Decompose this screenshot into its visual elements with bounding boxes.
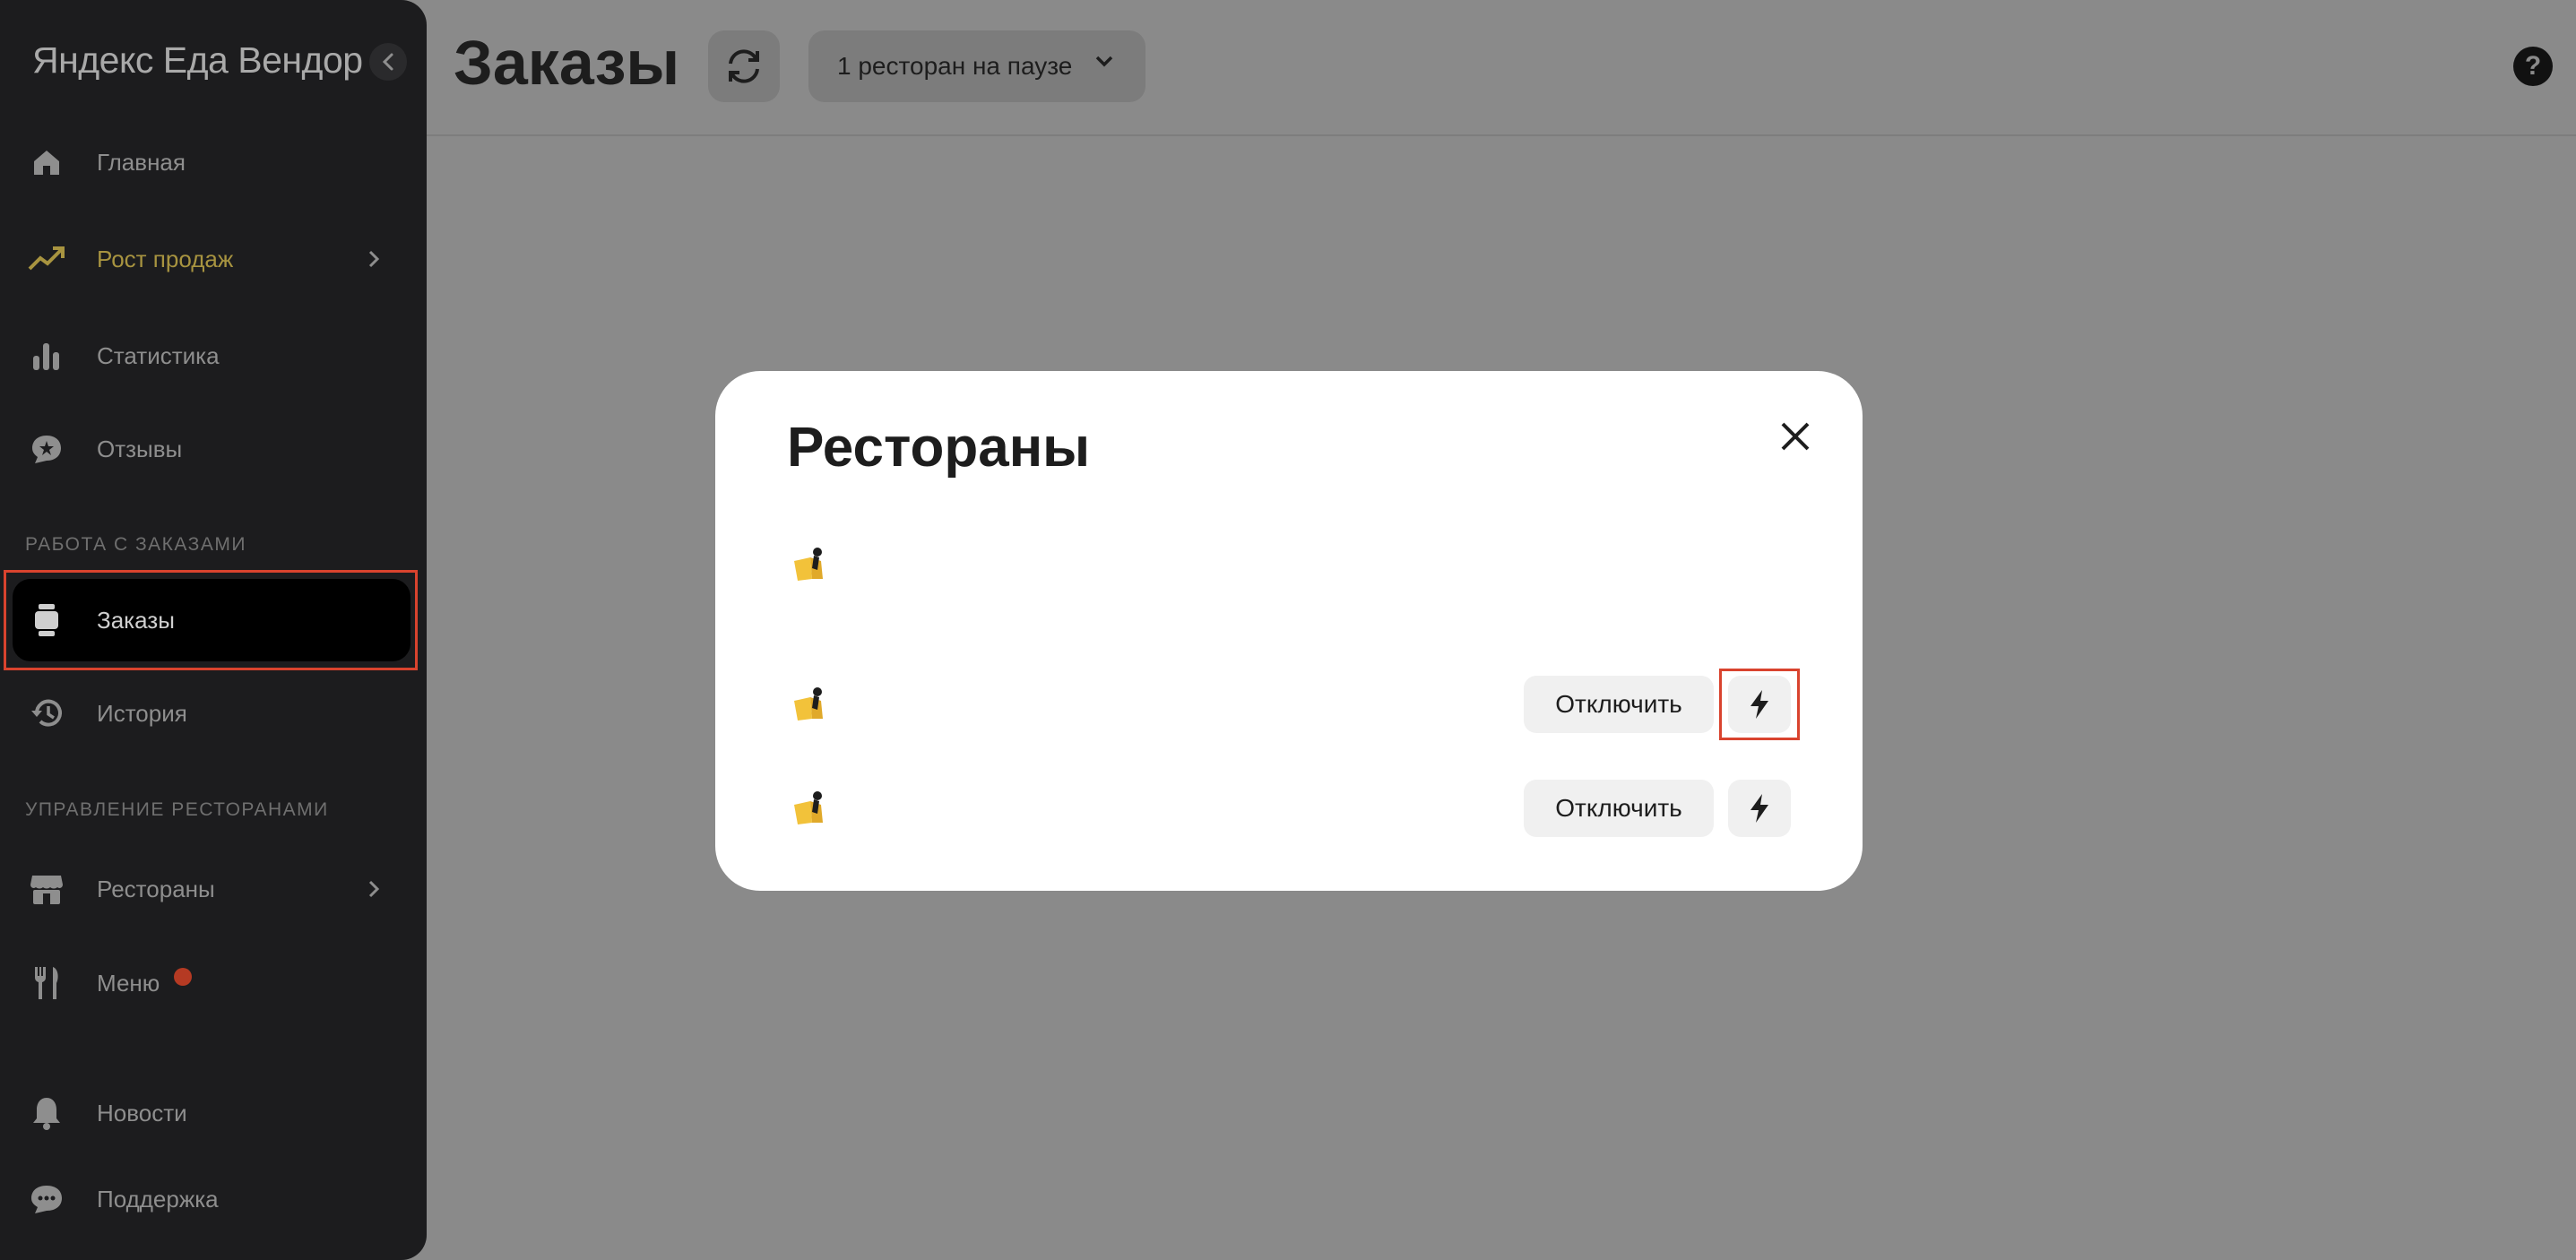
sidebar-item-history[interactable]: История <box>0 673 427 754</box>
orders-icon <box>27 600 66 640</box>
restaurant-row: Отключить <box>715 772 1863 844</box>
sidebar-item-home[interactable]: Главная <box>0 122 427 203</box>
sidebar-item-label: Заказы <box>97 606 175 634</box>
review-bubble-icon <box>27 429 66 469</box>
disable-restaurant-button[interactable]: Отключить <box>1524 780 1714 837</box>
collapse-sidebar-button[interactable] <box>369 43 407 81</box>
sidebar-item-sales-growth[interactable]: Рост продаж <box>0 219 427 299</box>
restaurant-row: Отключить <box>715 669 1863 740</box>
disable-restaurant-button[interactable]: Отключить <box>1524 676 1714 733</box>
close-icon <box>1781 422 1810 451</box>
paused-restaurants-dropdown[interactable]: 1 ресторан на паузе <box>808 30 1145 102</box>
chevron-down-icon <box>1095 56 1113 67</box>
close-button[interactable] <box>1773 414 1818 459</box>
modal-title: Рестораны <box>787 417 1091 479</box>
page-title: Заказы <box>454 28 680 98</box>
bar-chart-icon <box>27 336 66 375</box>
dropdown-label: 1 ресторан на паузе <box>837 52 1073 80</box>
sidebar-item-label: Рост продаж <box>97 245 234 272</box>
sidebar-item-restaurants[interactable]: Рестораны <box>0 849 427 929</box>
app-logo: Яндекс Еда Вендор <box>32 39 363 81</box>
chat-icon <box>27 1179 66 1219</box>
chevron-left-icon <box>382 53 393 71</box>
sidebar-item-label: Рестораны <box>97 875 215 902</box>
sidebar: Яндекс Еда Вендор Главная Рост продаж Ст… <box>0 0 427 1260</box>
sidebar-item-support[interactable]: Поддержка <box>0 1159 427 1239</box>
refresh-button[interactable] <box>708 30 780 102</box>
sidebar-item-label: Главная <box>97 148 186 176</box>
bell-icon <box>27 1093 66 1133</box>
sidebar-item-label: Статистика <box>97 341 220 369</box>
sidebar-item-menu[interactable]: Меню <box>0 943 427 1023</box>
chevron-right-icon <box>368 880 380 898</box>
sidebar-item-news[interactable]: Новости <box>0 1073 427 1153</box>
restaurant-logo-icon <box>794 687 823 721</box>
sidebar-item-label: Поддержка <box>97 1185 219 1213</box>
highlight-box <box>1719 669 1800 740</box>
trending-up-icon <box>27 239 66 279</box>
sidebar-item-statistics[interactable]: Статистика <box>0 315 427 396</box>
section-heading-orders: РАБОТА С ЗАКАЗАМИ <box>25 534 246 555</box>
restaurant-row <box>715 529 1863 600</box>
restaurant-logo-icon <box>794 791 823 824</box>
quick-action-button[interactable] <box>1728 780 1791 837</box>
restaurant-logo-icon <box>794 548 823 581</box>
history-icon <box>27 694 66 733</box>
fork-knife-icon <box>27 963 66 1003</box>
sidebar-item-orders[interactable]: Заказы <box>0 580 427 660</box>
sidebar-item-label: Отзывы <box>97 435 183 462</box>
refresh-icon <box>729 49 759 83</box>
restaurants-modal: Рестораны Отключить Отключить <box>715 371 1863 891</box>
chevron-right-icon <box>368 250 380 268</box>
sidebar-item-reviews[interactable]: Отзывы <box>0 409 427 489</box>
lightning-icon <box>1750 794 1768 823</box>
sidebar-item-label: История <box>97 699 187 727</box>
sidebar-item-label: Новости <box>97 1099 187 1126</box>
home-icon <box>27 142 66 182</box>
storefront-icon <box>27 869 66 909</box>
section-heading-restaurants: УПРАВЛЕНИЕ РЕСТОРАНАМИ <box>25 799 329 820</box>
help-button[interactable]: ? <box>2513 47 2553 86</box>
sidebar-item-label: Меню <box>97 969 160 997</box>
notification-badge <box>174 968 192 986</box>
